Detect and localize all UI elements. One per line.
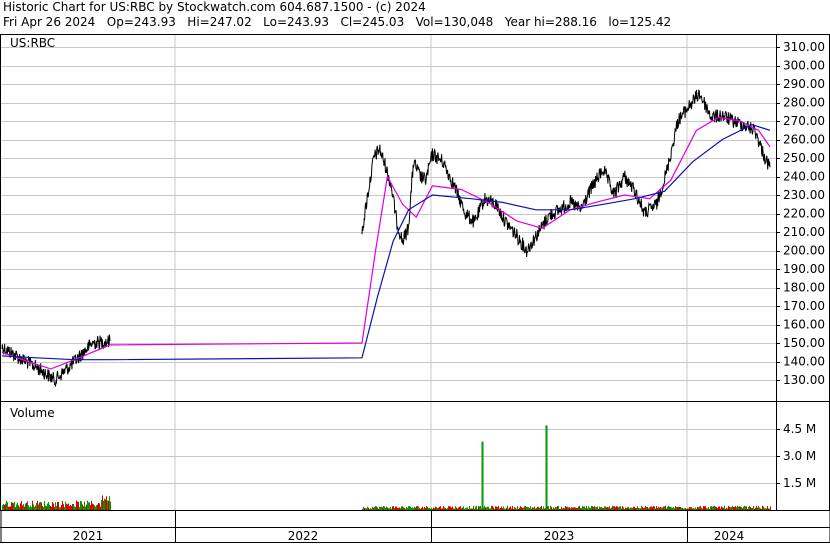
price-tick-label: 220.00: [783, 207, 825, 221]
chart-header-title: Historic Chart for US:RBC by Stockwatch.…: [3, 0, 426, 14]
price-tick-label: 170.00: [783, 299, 825, 313]
price-tick-label: 210.00: [783, 225, 825, 239]
price-tick-label: 130.00: [783, 373, 825, 387]
price-line-2021: [1, 334, 111, 387]
x-tick-label: 2022: [288, 529, 319, 543]
price-tick-label: 270.00: [783, 114, 825, 128]
x-tick-label: 2023: [544, 529, 575, 543]
short-moving-average-line: [1, 116, 771, 370]
chart-svg: 310.00 300.00 290.00 280.00 270.00 260.00 250.…: [0, 34, 830, 543]
price-tick-label: 140.00: [783, 355, 825, 369]
price-tick-label: 290.00: [783, 77, 825, 91]
price-tick-label: 180.00: [783, 281, 825, 295]
price-tick-label: 260.00: [783, 133, 825, 147]
price-tick-label: 310.00: [783, 40, 825, 54]
volume-tick-label: 4.5 M: [783, 422, 816, 436]
volume-tick-label: 3.0 M: [783, 449, 816, 463]
price-tick-label: 240.00: [783, 170, 825, 184]
price-tick-label: 250.00: [783, 151, 825, 165]
x-tick-label: 2024: [714, 529, 745, 543]
price-tick-label: 160.00: [783, 318, 825, 332]
price-tick-label: 200.00: [783, 244, 825, 258]
volume-tick-label: 1.5 M: [783, 476, 816, 490]
chart-header-quote: Fri Apr 26 2024 Op=243.93 Hi=247.02 Lo=2…: [3, 15, 672, 29]
long-moving-average-line: [1, 124, 771, 361]
volume-panel-label: Volume: [10, 406, 55, 420]
price-tick-label: 280.00: [783, 96, 825, 110]
symbol-label: US:RBC: [10, 36, 55, 50]
price-tick-label: 150.00: [783, 336, 825, 350]
x-tick-label: 2021: [73, 529, 104, 543]
price-tick-label: 300.00: [783, 59, 825, 73]
price-line-2022-2024: [361, 89, 771, 258]
price-tick-label: 230.00: [783, 188, 825, 202]
price-tick-label: 190.00: [783, 262, 825, 276]
stock-chart: 310.00 300.00 290.00 280.00 270.00 260.00 250.…: [0, 0, 830, 543]
